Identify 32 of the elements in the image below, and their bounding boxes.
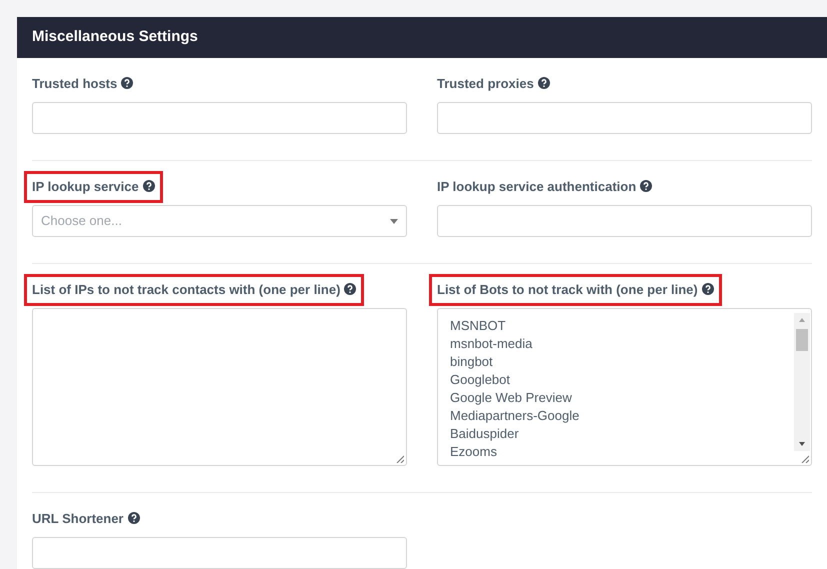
help-icon[interactable] bbox=[702, 283, 714, 295]
list-line: Baiduspider bbox=[450, 425, 520, 443]
field-label: IP lookup service authentication bbox=[437, 177, 652, 196]
list-line: msnbot-media bbox=[450, 335, 534, 353]
help-icon[interactable] bbox=[640, 180, 652, 192]
list-line: Ezooms bbox=[450, 443, 498, 461]
text-input[interactable] bbox=[437, 102, 812, 134]
panel-title: Miscellaneous Settings bbox=[32, 27, 198, 48]
field-label: Trusted proxies bbox=[437, 74, 550, 94]
list-line: MSNBOT bbox=[450, 317, 507, 335]
field-label: List of Bots to not track with (one per line) bbox=[431, 276, 720, 304]
text-input[interactable] bbox=[437, 205, 812, 237]
field-label: URL Shortener bbox=[32, 509, 140, 528]
list-line: Google Web Preview bbox=[450, 389, 573, 407]
help-icon[interactable] bbox=[121, 77, 134, 89]
help-icon[interactable] bbox=[344, 283, 356, 295]
field-label: List of IPs to not track contacts with (one per line) bbox=[26, 276, 362, 304]
list-line: bingbot bbox=[450, 353, 494, 371]
help-icon[interactable] bbox=[538, 77, 550, 89]
resize-grip-icon[interactable] bbox=[801, 455, 809, 463]
resize-grip-icon[interactable] bbox=[396, 455, 404, 463]
text-input[interactable] bbox=[32, 102, 407, 134]
help-icon[interactable] bbox=[142, 180, 155, 192]
help-icon[interactable] bbox=[128, 512, 140, 524]
textarea-field[interactable] bbox=[32, 308, 407, 466]
list-line: Googlebot bbox=[450, 371, 511, 389]
text-input[interactable] bbox=[32, 537, 407, 569]
field-label: IP lookup service bbox=[26, 173, 161, 200]
textarea-field[interactable]: MSNBOT msnbot-media bingbot Googlebot Google Web Preview Mediapartners-Google Baiduspider Ezooms bbox=[437, 308, 812, 466]
field-label: Trusted hosts bbox=[32, 74, 134, 94]
list-line: Mediapartners-Google bbox=[450, 407, 580, 425]
caret-icon bbox=[390, 218, 398, 224]
